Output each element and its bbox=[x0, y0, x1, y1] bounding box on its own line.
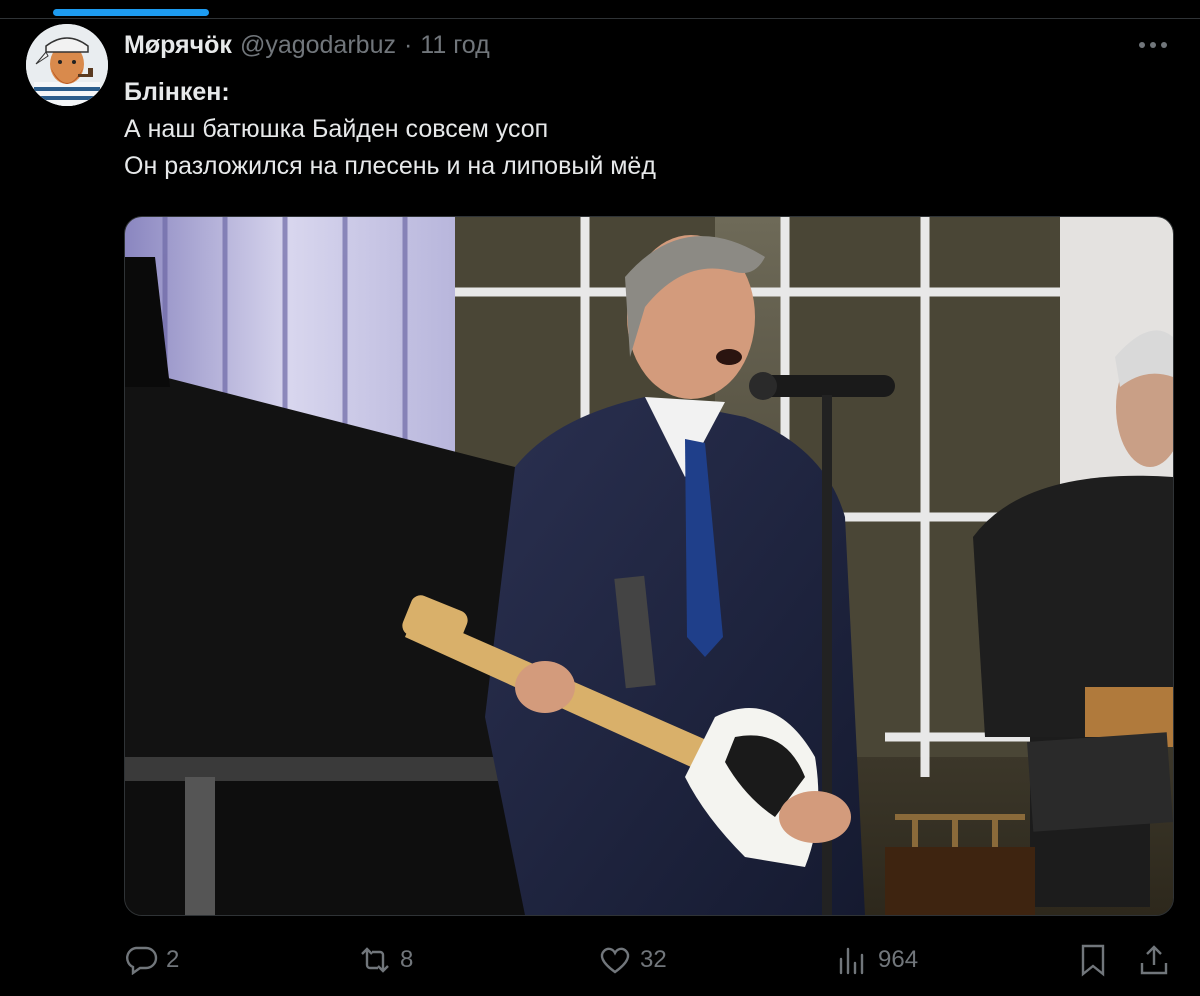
like-button[interactable]: 32 bbox=[598, 938, 667, 982]
tweet-header: Мøрячӧк @yagodarbuz · 11 год bbox=[124, 28, 490, 62]
views-count: 964 bbox=[878, 946, 919, 973]
more-icon bbox=[1139, 42, 1167, 48]
bookmark-button[interactable] bbox=[1078, 938, 1108, 982]
views-button[interactable]: 964 bbox=[836, 938, 918, 982]
author-name[interactable]: Мøрячӧк bbox=[124, 31, 232, 60]
bookmark-icon bbox=[1081, 944, 1105, 977]
tweet-text-line: Он разложился на плесень и на липовый мё… bbox=[124, 152, 656, 180]
reply-icon bbox=[126, 946, 158, 975]
repost-button[interactable]: 8 bbox=[358, 938, 413, 982]
share-button[interactable] bbox=[1138, 938, 1170, 982]
loading-progress-bar bbox=[53, 9, 209, 16]
more-options-button[interactable] bbox=[1136, 30, 1170, 60]
like-icon bbox=[600, 947, 630, 974]
repost-count: 8 bbox=[400, 946, 414, 973]
tweet-actions: 2 8 32 964 bbox=[124, 938, 1176, 982]
share-icon bbox=[1140, 945, 1168, 975]
repost-icon bbox=[361, 947, 389, 973]
tweet-photo[interactable] bbox=[124, 216, 1174, 916]
divider bbox=[0, 18, 1200, 19]
separator-dot: · bbox=[403, 30, 413, 59]
tweet-text-line: А наш батюшка Байден совсем усоп bbox=[124, 115, 549, 143]
reply-count: 2 bbox=[166, 946, 180, 973]
tweet-text: Блінкен: А наш батюшка Байден совсем усо… bbox=[124, 74, 656, 185]
author-handle[interactable]: @yagodarbuz bbox=[240, 31, 396, 60]
tweet-text-line: Блінкен: bbox=[124, 78, 230, 106]
like-count: 32 bbox=[640, 946, 667, 973]
views-icon bbox=[839, 947, 864, 975]
reply-button[interactable]: 2 bbox=[124, 938, 179, 982]
timestamp[interactable]: 11 год bbox=[420, 31, 489, 60]
avatar[interactable] bbox=[26, 24, 108, 106]
